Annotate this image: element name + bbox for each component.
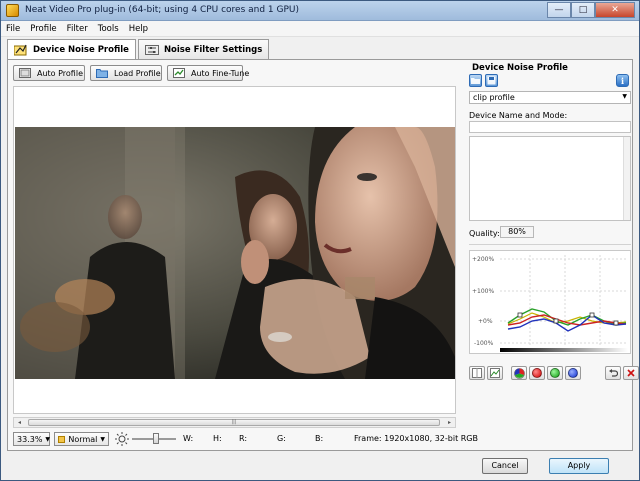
red-dot[interactable] bbox=[529, 366, 545, 380]
graph-label-plus200: +200% bbox=[472, 256, 494, 263]
maximize-button[interactable]: □ bbox=[571, 2, 595, 18]
load-profile-button[interactable]: Load Profile bbox=[90, 65, 162, 81]
noise-profile-icon bbox=[13, 44, 28, 56]
title-bar[interactable]: Neat Video Pro plug-in (64-bit; using 4 … bbox=[1, 1, 639, 21]
noise-level-graph[interactable]: +200% +100% +0% -100% bbox=[469, 250, 631, 354]
status-bar: 33.3% ▼ Normal ▼ W: H: R: G: B: Frame: 192… bbox=[13, 431, 478, 447]
preview-viewer[interactable] bbox=[13, 86, 456, 414]
tab-device-noise-profile[interactable]: Device Noise Profile bbox=[7, 39, 136, 60]
close-button[interactable]: ✕ bbox=[595, 2, 635, 18]
preview-frame-image bbox=[15, 127, 455, 379]
noise-profile-side-panel: Device Noise Profile i clip profile ▼ De… bbox=[462, 60, 639, 450]
menu-filter[interactable]: Filter bbox=[62, 21, 93, 36]
folder-icon bbox=[96, 68, 108, 78]
quality-value: 80% bbox=[500, 226, 534, 238]
side-panel-heading: Device Noise Profile bbox=[472, 63, 568, 73]
green-dot[interactable] bbox=[547, 366, 563, 380]
menu-file[interactable]: File bbox=[1, 21, 25, 36]
auto-profile-button[interactable]: Auto Profile bbox=[13, 65, 85, 81]
luminance-ramp bbox=[500, 348, 628, 352]
brightness-icon[interactable] bbox=[114, 431, 130, 447]
device-name-label: Device Name and Mode: bbox=[469, 111, 568, 120]
window-title: Neat Video Pro plug-in (64-bit; using 4 … bbox=[25, 5, 300, 15]
scroll-right-arrow-icon[interactable]: ▸ bbox=[444, 418, 455, 427]
filter-settings-icon bbox=[144, 44, 159, 56]
horizontal-scrollbar[interactable]: ◂ ||| ▸ bbox=[13, 417, 456, 428]
open-profile-icon[interactable] bbox=[469, 74, 482, 87]
save-profile-icon[interactable] bbox=[485, 74, 498, 87]
green-readout-label: G: bbox=[277, 434, 286, 443]
blue-readout-label: B: bbox=[315, 434, 324, 443]
graph-label-minus100: -100% bbox=[474, 340, 494, 347]
zoom-select[interactable]: 33.3% ▼ bbox=[13, 432, 50, 446]
scroll-left-arrow-icon[interactable]: ◂ bbox=[14, 418, 25, 427]
reset-icon[interactable] bbox=[623, 366, 639, 380]
graph-curve-icon[interactable] bbox=[487, 366, 503, 380]
chevron-down-icon: ▼ bbox=[100, 435, 105, 443]
menu-help[interactable]: Help bbox=[124, 21, 153, 36]
rgb-dot[interactable] bbox=[511, 366, 527, 380]
view-mode-select[interactable]: Normal ▼ bbox=[54, 432, 109, 446]
chevron-down-icon: ▼ bbox=[45, 435, 51, 443]
graph-grid-icon[interactable] bbox=[469, 366, 485, 380]
graph-label-plus100: +100% bbox=[472, 288, 494, 295]
tab-device-noise-profile-label: Device Noise Profile bbox=[33, 45, 129, 55]
menu-bar: File Profile Filter Tools Help bbox=[1, 21, 639, 37]
profile-select[interactable]: clip profile ▼ bbox=[469, 91, 631, 104]
apply-button[interactable]: Apply bbox=[549, 458, 609, 474]
info-icon[interactable]: i bbox=[616, 74, 629, 87]
divider bbox=[469, 244, 631, 245]
cancel-button[interactable]: Cancel bbox=[482, 458, 528, 474]
frame-info: Frame: 1920x1080, 32-bit RGB bbox=[354, 434, 478, 443]
tab-noise-filter-settings-label: Noise Filter Settings bbox=[163, 44, 263, 55]
quality-label: Quality: bbox=[469, 229, 500, 238]
tab-strip: Device Noise Profile Noise Filter Settin… bbox=[7, 39, 271, 60]
profile-select-value: clip profile bbox=[473, 93, 515, 102]
brightness-slider-thumb[interactable] bbox=[153, 433, 159, 444]
graph-toolbar bbox=[469, 366, 640, 380]
width-readout-label: W: bbox=[183, 434, 194, 443]
menu-tools[interactable]: Tools bbox=[93, 21, 124, 36]
svg-text:i: i bbox=[621, 76, 624, 86]
zoom-value: 33.3% bbox=[17, 434, 43, 444]
red-readout-label: R: bbox=[239, 434, 248, 443]
device-notes-area[interactable] bbox=[469, 136, 631, 221]
mode-icon bbox=[58, 435, 66, 443]
scrollbar-thumb[interactable]: ||| bbox=[28, 419, 440, 426]
blue-dot[interactable] bbox=[565, 366, 581, 380]
fine-tune-icon bbox=[173, 68, 185, 78]
height-readout-label: H: bbox=[213, 434, 222, 443]
auto-fine-tune-button[interactable]: Auto Fine-Tune bbox=[167, 65, 249, 81]
device-name-field[interactable] bbox=[469, 121, 631, 133]
notes-scrollbar[interactable] bbox=[623, 137, 630, 220]
chevron-down-icon: ▼ bbox=[622, 93, 627, 100]
undo-icon[interactable] bbox=[605, 366, 621, 380]
minimize-button[interactable]: — bbox=[547, 2, 571, 18]
tab-noise-filter-settings[interactable]: Noise Filter Settings bbox=[137, 39, 270, 59]
app-icon bbox=[6, 4, 19, 17]
load-profile-label: Load Profile bbox=[114, 68, 161, 78]
graph-label-zero: +0% bbox=[478, 318, 493, 325]
device-noise-profile-panel: Auto Profile Load Profile Auto Fine-Tune bbox=[7, 59, 639, 451]
plugin-window: Neat Video Pro plug-in (64-bit; using 4 … bbox=[0, 0, 640, 481]
view-mode-value: Normal bbox=[68, 434, 98, 444]
auto-profile-icon bbox=[19, 68, 31, 78]
auto-fine-tune-label: Auto Fine-Tune bbox=[191, 68, 250, 78]
auto-profile-label: Auto Profile bbox=[37, 68, 83, 78]
window-controls: — □ ✕ bbox=[547, 2, 635, 18]
menu-profile[interactable]: Profile bbox=[25, 21, 61, 36]
